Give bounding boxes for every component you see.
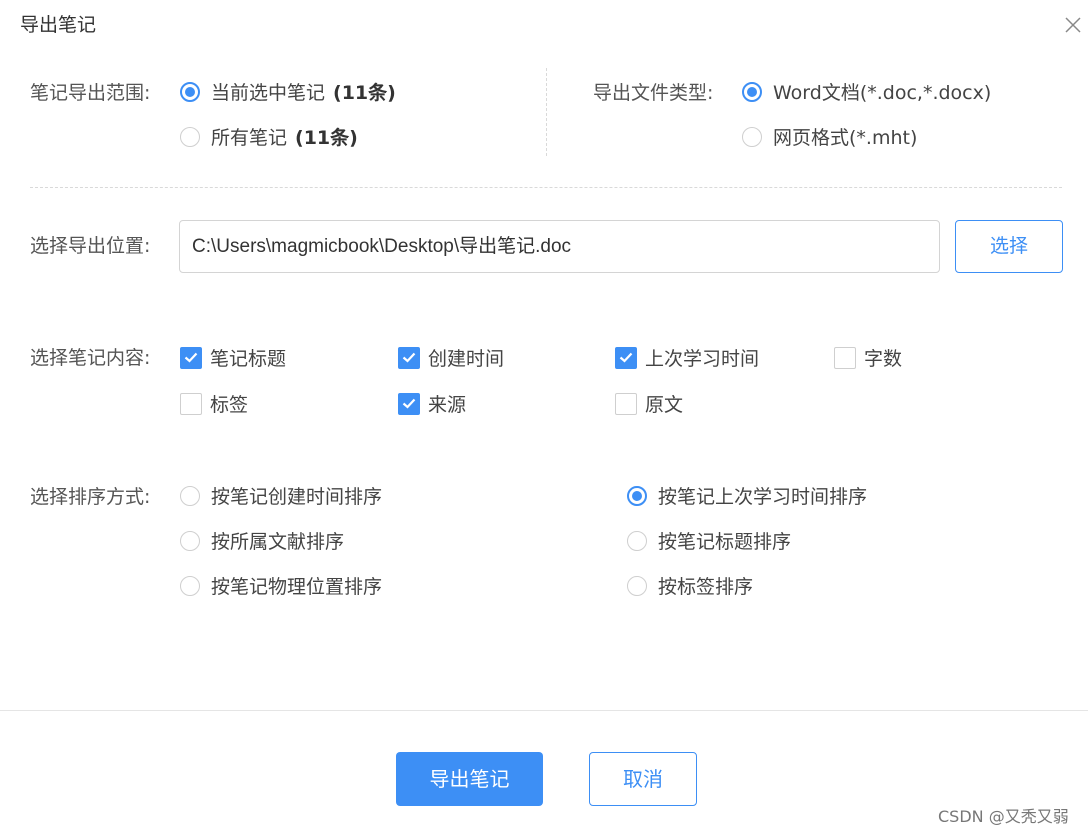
vertical-divider — [546, 68, 547, 156]
sort-option-literature[interactable]: 按所属文献排序 — [180, 527, 344, 554]
location-label: 选择导出位置: — [30, 235, 151, 257]
content-item-label: 字数 — [864, 348, 903, 370]
sort-option-label: 按笔记创建时间排序 — [211, 486, 383, 508]
radio-button[interactable] — [627, 485, 647, 506]
radio-button[interactable] — [180, 530, 200, 551]
choose-location-button[interactable]: 选择 — [955, 220, 1063, 273]
scope-label: 笔记导出范围: — [30, 82, 151, 104]
content-item-label: 原文 — [645, 394, 684, 416]
scope-option-label: 所有笔记 — [211, 127, 288, 149]
sort-option-position[interactable]: 按笔记物理位置排序 — [180, 572, 382, 599]
content-item-created[interactable]: 创建时间 — [398, 344, 504, 371]
scope-count: (11条) — [295, 127, 358, 149]
sort-option-last-study[interactable]: 按笔记上次学习时间排序 — [627, 482, 867, 509]
export-path-input[interactable]: C:\Users\magmicbook\Desktop\导出笔记.doc — [179, 220, 940, 273]
checkbox[interactable] — [834, 346, 856, 369]
checkbox[interactable] — [615, 392, 637, 415]
content-label: 选择笔记内容: — [30, 347, 151, 369]
filetype-option-word[interactable]: Word文档(*.doc,*.docx) — [742, 78, 991, 105]
radio-button[interactable] — [627, 575, 647, 596]
content-item-label: 上次学习时间 — [645, 348, 760, 370]
sort-label: 选择排序方式: — [30, 486, 151, 508]
checkbox[interactable] — [180, 346, 202, 369]
content-item-label: 笔记标题 — [210, 348, 287, 370]
sort-option-created[interactable]: 按笔记创建时间排序 — [180, 482, 382, 509]
filetype-option-label: Word文档(*.doc,*.docx) — [773, 82, 992, 104]
radio-button[interactable] — [180, 485, 200, 506]
horizontal-divider — [30, 187, 1062, 188]
content-item-label: 创建时间 — [428, 348, 505, 370]
filetype-option-mht[interactable]: 网页格式(*.mht) — [742, 123, 917, 150]
filetype-option-label: 网页格式(*.mht) — [773, 127, 918, 149]
content-item-last-study[interactable]: 上次学习时间 — [615, 344, 759, 371]
export-notes-button[interactable]: 导出笔记 — [396, 752, 543, 806]
content-item-tags[interactable]: 标签 — [180, 390, 248, 417]
scope-option-selected[interactable]: 当前选中笔记 (11条) — [180, 78, 396, 105]
sort-option-label: 按所属文献排序 — [211, 531, 345, 553]
scope-count: (11条) — [333, 82, 396, 104]
scope-option-all[interactable]: 所有笔记 (11条) — [180, 123, 358, 150]
sort-option-label: 按笔记物理位置排序 — [211, 576, 383, 598]
sort-option-label: 按笔记标题排序 — [658, 531, 792, 553]
sort-option-tag[interactable]: 按标签排序 — [627, 572, 753, 599]
scope-option-label: 当前选中笔记 — [211, 82, 326, 104]
filetype-label: 导出文件类型: — [593, 82, 714, 104]
cancel-button[interactable]: 取消 — [589, 752, 697, 806]
radio-button[interactable] — [742, 126, 762, 147]
content-item-original[interactable]: 原文 — [615, 390, 683, 417]
sort-option-label: 按标签排序 — [658, 576, 754, 598]
checkbox[interactable] — [398, 346, 420, 369]
content-item-title[interactable]: 笔记标题 — [180, 344, 286, 371]
checkbox[interactable] — [180, 392, 202, 415]
close-icon[interactable] — [1062, 14, 1084, 36]
content-item-source[interactable]: 来源 — [398, 390, 466, 417]
radio-button[interactable] — [180, 81, 200, 102]
content-item-wordcount[interactable]: 字数 — [834, 344, 902, 371]
radio-button[interactable] — [742, 81, 762, 102]
radio-button[interactable] — [180, 126, 200, 147]
footer-divider — [0, 710, 1088, 711]
watermark: CSDN @又秃又弱 — [938, 807, 1069, 826]
dialog-title: 导出笔记 — [20, 14, 97, 36]
sort-option-title[interactable]: 按笔记标题排序 — [627, 527, 791, 554]
content-item-label: 来源 — [428, 394, 467, 416]
checkbox[interactable] — [398, 392, 420, 415]
content-item-label: 标签 — [210, 394, 249, 416]
radio-button[interactable] — [627, 530, 647, 551]
sort-option-label: 按笔记上次学习时间排序 — [658, 486, 868, 508]
radio-button[interactable] — [180, 575, 200, 596]
checkbox[interactable] — [615, 346, 637, 369]
